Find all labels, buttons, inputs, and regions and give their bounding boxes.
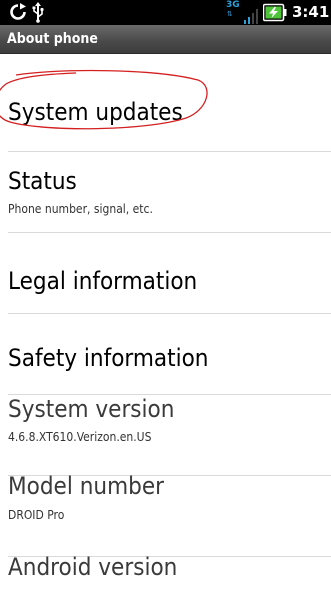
network-type-label: 3G bbox=[226, 0, 240, 10]
list-item-title: Android version bbox=[8, 553, 178, 581]
system-updates-item[interactable]: System updates bbox=[0, 54, 331, 151]
title-bar: About phone bbox=[0, 25, 331, 54]
data-activity-icon: ⇅ bbox=[227, 10, 233, 18]
about-phone-screen: 3G ⇅ 3:41 About phone System updates Sta… bbox=[0, 0, 331, 606]
list-item-title: System updates bbox=[8, 98, 183, 126]
battery-charging-icon bbox=[263, 3, 287, 22]
status-bar: 3G ⇅ 3:41 bbox=[0, 0, 331, 25]
list-item-title: Safety information bbox=[8, 344, 209, 372]
list-item-title: Status bbox=[8, 167, 77, 195]
model-number-item: Model number DROID Pro bbox=[0, 472, 331, 556]
usb-icon bbox=[32, 2, 44, 23]
list-item-subtitle: 4.6.8.XT610.Verizon.en.US bbox=[8, 430, 152, 444]
sync-icon bbox=[10, 3, 26, 20]
list-item-subtitle: Phone number, signal, etc. bbox=[8, 202, 153, 216]
status-item[interactable]: Status Phone number, signal, etc. bbox=[0, 152, 331, 232]
signal-icon bbox=[244, 9, 258, 24]
list-item-title: Legal information bbox=[8, 267, 198, 295]
safety-information-item[interactable]: Safety information bbox=[0, 314, 331, 394]
list-item-title: Model number bbox=[8, 472, 164, 500]
system-version-item: System version 4.6.8.XT610.Verizon.en.US bbox=[0, 395, 331, 475]
list-item-title: System version bbox=[8, 395, 175, 423]
list-item-subtitle: DROID Pro bbox=[8, 508, 65, 522]
android-version-item: Android version bbox=[0, 553, 331, 606]
legal-information-item[interactable]: Legal information bbox=[0, 233, 331, 313]
page-title: About phone bbox=[7, 31, 98, 47]
clock: 3:41 bbox=[292, 3, 330, 21]
